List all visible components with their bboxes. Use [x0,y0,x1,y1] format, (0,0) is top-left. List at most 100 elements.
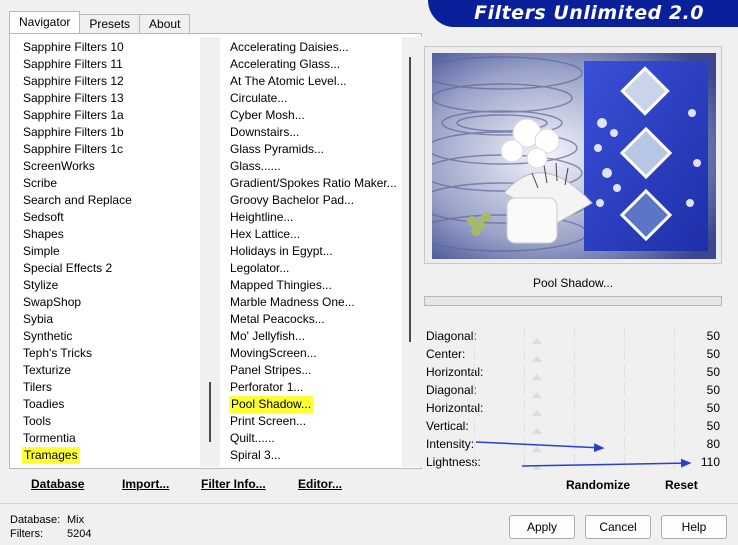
help-button[interactable]: Help [661,515,727,539]
filter-list-item[interactable]: Accelerating Daisies... [229,39,409,56]
parameter-row[interactable]: Diagonal: 50 [424,326,722,344]
slider-tick [474,346,475,360]
parameter-slider[interactable] [474,382,694,398]
slider-tick [574,364,575,378]
category-list-item[interactable]: Special Effects 2 [22,260,202,277]
filter-list-item-label: Accelerating Daisies... [230,40,349,54]
category-list-item[interactable]: Texturize [22,362,202,379]
category-scrollbar-thumb[interactable] [209,382,211,442]
filter-scrollbar-thumb[interactable] [409,57,411,342]
filter-list-item[interactable]: Metal Peacocks... [229,311,409,328]
category-list-item[interactable]: Tramages [22,447,202,464]
filter-list-item-label: Accelerating Glass... [230,57,341,71]
filter-list-item-label: Mo' Jellyfish... [230,329,305,343]
parameter-slider[interactable] [474,346,694,362]
filter-list-item[interactable]: Mapped Thingies... [229,277,409,294]
category-list-item[interactable]: Search and Replace [22,192,202,209]
parameter-row[interactable]: Horizontal: 50 [424,362,722,380]
category-list-item[interactable]: Sapphire Filters 1c [22,141,202,158]
filter-info-button[interactable]: Filter Info... [201,477,266,491]
editor-button[interactable]: Editor... [298,477,342,491]
import-button[interactable]: Import... [122,477,169,491]
filter-list-item[interactable]: Gradient/Spokes Ratio Maker... [229,175,409,192]
randomize-button[interactable]: Randomize [566,478,630,492]
filter-list-item[interactable]: Spiral 3... [229,447,409,464]
parameter-slider[interactable] [474,364,694,380]
filter-list[interactable]: Accelerating Daisies... Accelerating Glas… [229,39,409,469]
category-list-item[interactable]: Teph's Tricks [22,345,202,362]
slider-tick [574,346,575,360]
database-button[interactable]: Database [31,477,84,491]
tab-navigator[interactable]: Navigator [9,11,81,33]
category-list-item[interactable]: Stylize [22,277,202,294]
parameter-row[interactable]: Intensity: 80 [424,434,722,452]
category-list-item[interactable]: Sapphire Filters 1b [22,124,202,141]
category-list-item[interactable]: Sapphire Filters 13 [22,90,202,107]
parameter-value: 50 [706,365,720,379]
filter-list-item[interactable]: Quilt...... [229,430,409,447]
parameter-row[interactable]: Horizontal: 50 [424,398,722,416]
parameter-slider[interactable] [474,400,694,416]
filter-list-item[interactable]: Circulate... [229,90,409,107]
filter-list-item[interactable]: Print Screen... [229,413,409,430]
parameter-value: 110 [700,455,720,469]
filter-list-item[interactable]: Mo' Jellyfish... [229,328,409,345]
parameter-row[interactable]: Center: 50 [424,344,722,362]
category-list-item[interactable]: Sapphire Filters 11 [22,56,202,73]
filter-list-item-label: Mapped Thingies... [230,278,332,292]
filter-list-item[interactable]: Marble Madness One... [229,294,409,311]
category-list-item[interactable]: Sybia [22,311,202,328]
parameter-row[interactable]: Vertical: 50 [424,416,722,434]
filter-list-item[interactable]: At The Atomic Level... [229,73,409,90]
category-list-item[interactable]: Simple [22,243,202,260]
tab-presets[interactable]: Presets [79,14,141,33]
category-scrollbar-track[interactable] [200,37,220,467]
category-list-item[interactable]: Sapphire Filters 12 [22,73,202,90]
category-list-item[interactable]: Toadies [22,396,202,413]
category-list-item[interactable]: ScreenWorks [22,158,202,175]
reset-button[interactable]: Reset [665,478,698,492]
category-list-item[interactable]: Sedsoft [22,209,202,226]
apply-button[interactable]: Apply [509,515,575,539]
filter-list-item[interactable]: Heightline... [229,209,409,226]
cancel-button[interactable]: Cancel [585,515,651,539]
filter-list-item[interactable]: Cyber Mosh... [229,107,409,124]
slider-tick [574,418,575,432]
filter-list-item[interactable]: Perforator 1... [229,379,409,396]
filter-list-item[interactable]: Legolator... [229,260,409,277]
parameter-value: 50 [706,329,720,343]
category-list-item[interactable]: Tormentia [22,430,202,447]
filter-list-item[interactable]: Panel Stripes... [229,362,409,379]
tab-about[interactable]: About [139,14,191,33]
filter-list-item[interactable]: Glass...... [229,158,409,175]
category-list-item-label: Search and Replace [23,193,132,207]
parameter-row[interactable]: Diagonal: 50 [424,380,722,398]
category-list[interactable]: Sapphire Filters 10 Sapphire Filters 11 Sa… [22,39,202,469]
category-list-item[interactable]: Tools [22,413,202,430]
category-list-item[interactable]: Synthetic [22,328,202,345]
filter-list-item[interactable]: Pool Shadow... [229,396,409,413]
filter-list-item[interactable]: Groovy Bachelor Pad... [229,192,409,209]
filter-list-item[interactable]: Glass Pyramids... [229,141,409,158]
category-list-item[interactable]: Tilers [22,379,202,396]
category-list-item[interactable]: Sapphire Filters 10 [22,39,202,56]
filter-list-item[interactable]: Holidays in Egypt... [229,243,409,260]
filter-scrollbar-track[interactable] [402,37,422,467]
parameter-slider[interactable] [474,436,694,452]
parameter-row[interactable]: Lightness: 110 [424,452,722,470]
category-list-item[interactable]: Sapphire Filters 1a [22,107,202,124]
parameter-slider[interactable] [474,418,694,434]
filter-list-item[interactable]: Accelerating Glass... [229,56,409,73]
navigator-panel: Sapphire Filters 10 Sapphire Filters 11 Sa… [9,33,422,469]
filter-list-item[interactable]: Hex Lattice... [229,226,409,243]
category-list-item-label: Sapphire Filters 1b [23,125,124,139]
parameter-slider[interactable] [474,454,694,470]
parameter-slider[interactable] [474,328,694,344]
category-list-item[interactable]: Shapes [22,226,202,243]
filter-list-item[interactable]: Downstairs... [229,124,409,141]
title-banner: Filters Unlimited 2.0 [428,0,738,27]
filter-list-item[interactable]: MovingScreen... [229,345,409,362]
category-list-item[interactable]: SwapShop [22,294,202,311]
category-list-item[interactable]: Scribe [22,175,202,192]
slider-tick [574,328,575,342]
